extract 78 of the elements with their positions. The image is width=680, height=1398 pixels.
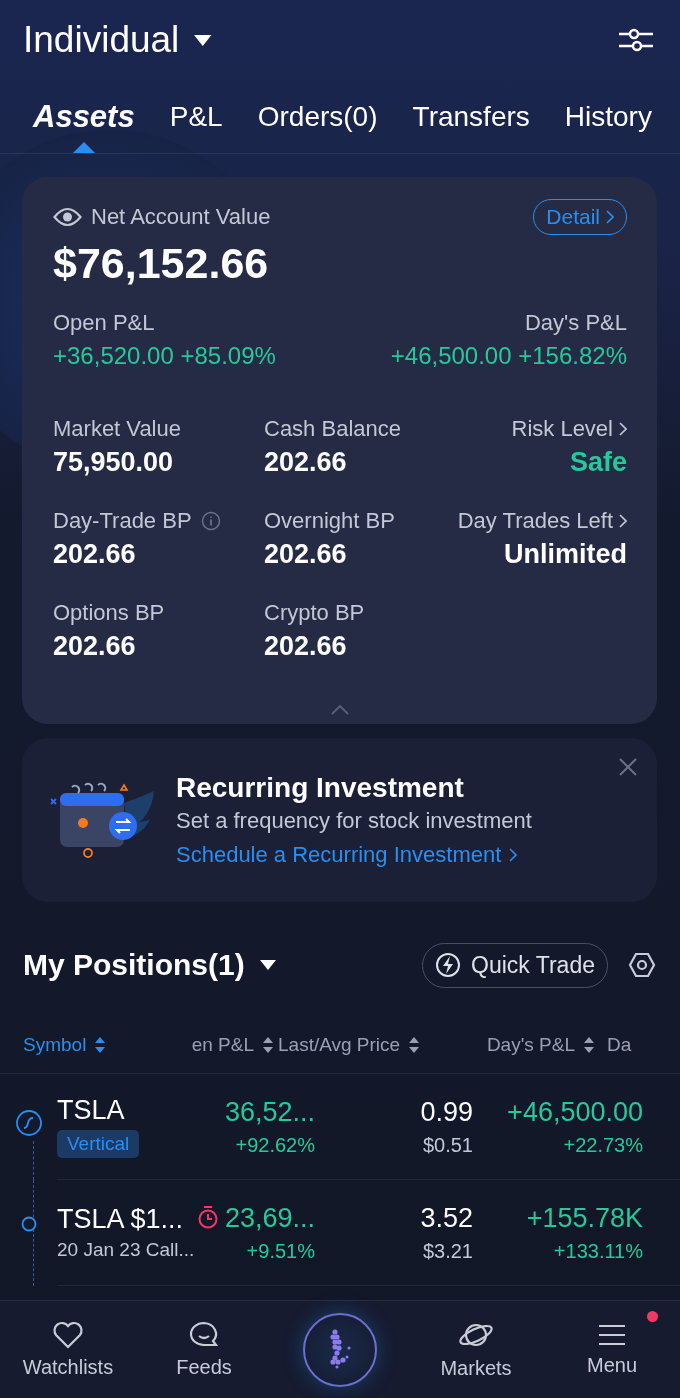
column-header[interactable]: Last/Avg Price (274, 1034, 425, 1056)
timer-icon (197, 1204, 219, 1229)
days-pnl: +46,500.00 (507, 1096, 643, 1128)
open-pnl-value: +36,520.00 +85.09% (53, 342, 276, 370)
open-pnl-percent: +9.51% (246, 1239, 315, 1263)
tab[interactable]: Orders(0) (257, 80, 378, 153)
nav-tab[interactable]: Markets (408, 1301, 544, 1398)
strategy-tag: Vertical (57, 1130, 140, 1158)
metric-link[interactable]: Day Trades Left (457, 508, 627, 534)
metric-link[interactable]: Risk Level (511, 416, 627, 442)
column-header[interactable]: Da (595, 1034, 633, 1056)
metric-value: 202.66 (264, 447, 347, 478)
nav-tab[interactable]: Watchlists (0, 1301, 136, 1398)
net-account-value: $76,152.66 (53, 239, 270, 288)
days-pnl-value: +46,500.00 +156.82% (390, 342, 627, 370)
nav-tab[interactable]: Menu (544, 1301, 680, 1398)
symbol: TSLA $1... (57, 1204, 184, 1235)
tab[interactable]: Assets (33, 80, 135, 153)
app-logo-button[interactable] (303, 1312, 377, 1387)
eye-icon (53, 207, 82, 227)
contract-subtitle: 20 Jan 23 Call... (57, 1239, 195, 1261)
close-icon[interactable] (619, 758, 637, 776)
last-price: 0.99 (420, 1096, 473, 1128)
tab[interactable]: History (564, 80, 652, 153)
metric-label: Day-Trade BP (53, 508, 192, 534)
account-selector[interactable]: Individual (23, 19, 213, 61)
column-header[interactable]: Day's P&L (425, 1034, 595, 1056)
metric-value: 75,950.00 (53, 447, 174, 478)
info-icon[interactable] (200, 511, 221, 531)
positions-title[interactable]: My Positions(1) (23, 948, 277, 982)
menu-icon (597, 1322, 627, 1348)
sort-icon (262, 1036, 274, 1054)
open-pnl-label: Open P&L (53, 310, 155, 336)
metric-label: Cash Balance (264, 416, 401, 442)
days-pnl-percent: +133.11% (553, 1239, 643, 1263)
average-price: $0.51 (422, 1133, 473, 1157)
chevron-right-icon (509, 848, 518, 862)
sort-icon (94, 1036, 107, 1054)
sort-icon (583, 1036, 595, 1054)
lightning-icon (435, 952, 461, 978)
last-price: 3.52 (420, 1202, 473, 1234)
heart-icon (52, 1320, 84, 1350)
chevron-right-icon (619, 514, 627, 528)
chevron-right-icon (606, 210, 614, 224)
metric-label: Market Value (53, 416, 181, 442)
settings-icon[interactable] (628, 951, 656, 979)
strategy-icon (14, 1109, 43, 1137)
metric-value: 202.66 (53, 631, 136, 662)
days-pnl-percent: +22.73% (563, 1133, 643, 1157)
column-header[interactable]: Symbol (0, 1034, 174, 1056)
metric-label: Options BP (53, 600, 165, 626)
column-header[interactable]: en P&L (174, 1034, 274, 1056)
metric-value: 202.66 (264, 539, 347, 570)
caret-icon (193, 33, 213, 47)
caret-icon (258, 959, 277, 971)
days-pnl: +155.78K (526, 1202, 643, 1234)
banner-title: Recurring Investment (176, 772, 465, 804)
metric-value: Unlimited (504, 539, 627, 570)
banner-text: Set a frequency for stock investment (176, 808, 532, 834)
metric-label: Crypto BP (264, 600, 365, 626)
chevron-right-icon (619, 422, 627, 436)
days-pnl-label: Day's P&L (524, 310, 627, 336)
metric-value: 202.66 (264, 631, 347, 662)
tab[interactable]: Transfers (412, 80, 530, 153)
average-price: $3.21 (422, 1239, 473, 1263)
open-pnl: 23,69... (224, 1202, 315, 1234)
tab[interactable]: P&L (169, 80, 223, 153)
open-pnl-percent: +92.62% (235, 1133, 315, 1157)
schedule-link[interactable]: Schedule a Recurring Investment (176, 842, 532, 868)
net-account-value-label: Net Account Value (91, 204, 271, 230)
symbol: TSLA (57, 1095, 125, 1126)
metric-value: Safe (569, 447, 627, 478)
circle-icon (20, 1216, 37, 1232)
nav-tab[interactable]: Feeds (136, 1301, 272, 1398)
sort-icon (408, 1036, 421, 1054)
metric-label: Overnight BP (264, 508, 395, 534)
open-pnl: 36,52... (224, 1096, 315, 1128)
metric-value: 202.66 (53, 539, 136, 570)
